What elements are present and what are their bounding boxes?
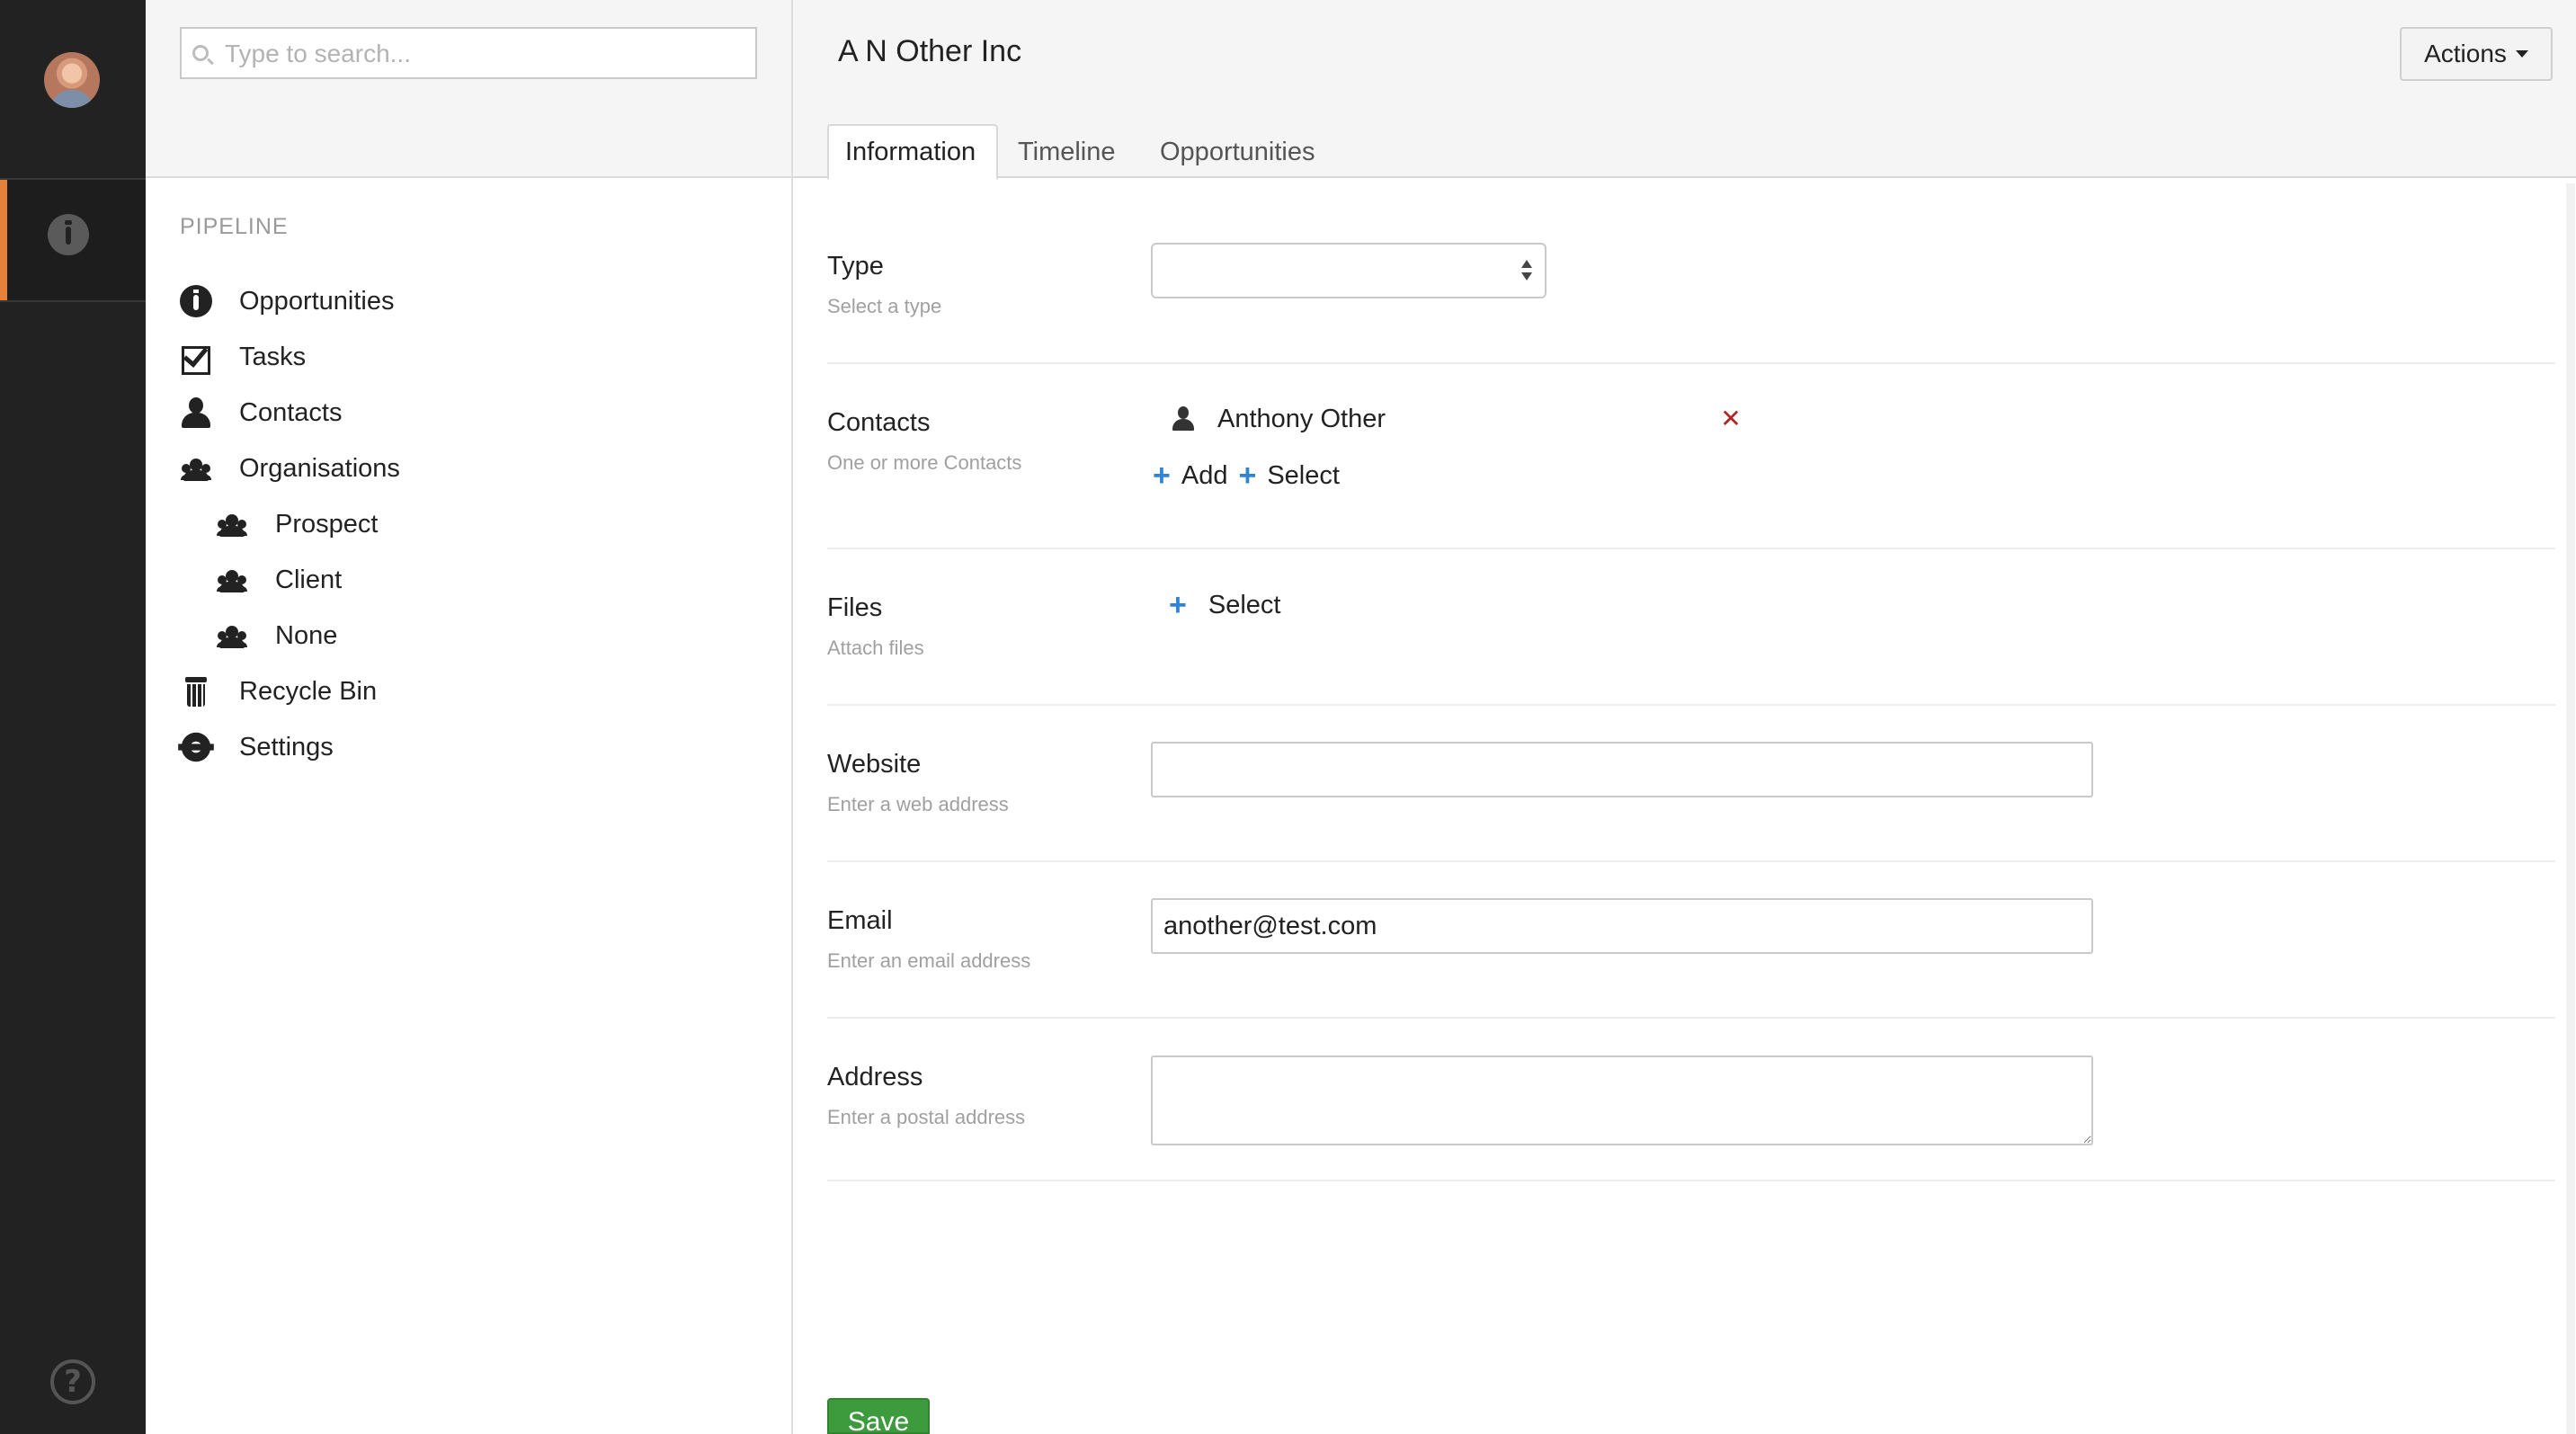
- select-contact-button[interactable]: + Select: [1238, 460, 1339, 491]
- search-icon: [192, 45, 209, 61]
- row-divider: [827, 704, 2555, 706]
- plus-icon: +: [1169, 588, 1187, 622]
- row-divider: [827, 362, 2555, 364]
- tab-label: Timeline: [1018, 137, 1116, 166]
- navigation-panel: PIPELINE Opportunities Tasks Contacts Or…: [146, 0, 793, 1434]
- type-help: Select a type: [827, 295, 942, 317]
- email-label: Email: [827, 906, 893, 935]
- rail-divider: [0, 300, 146, 302]
- nav-item-settings[interactable]: Settings: [178, 725, 334, 770]
- tab-opportunities[interactable]: Opportunities: [1144, 124, 1332, 180]
- tab-label: Information: [845, 137, 976, 166]
- nav-item-label: Opportunities: [239, 286, 395, 316]
- files-help: Attach files: [827, 637, 924, 659]
- contacts-label: Contacts: [827, 408, 931, 437]
- trash-icon: [180, 675, 212, 708]
- actions-label: Actions: [2424, 40, 2507, 67]
- nav-item-prospect[interactable]: Prospect: [216, 502, 378, 547]
- contact-item[interactable]: Anthony Other: [1171, 399, 1386, 439]
- address-label: Address: [827, 1063, 923, 1091]
- nav-item-organisations[interactable]: Organisations: [180, 446, 400, 491]
- row-divider: [827, 1017, 2555, 1019]
- caret-down-icon: [2515, 50, 2528, 58]
- gauge-icon: [180, 285, 212, 317]
- nav-item-label: Organisations: [239, 453, 400, 483]
- nav-item-label: Prospect: [275, 509, 379, 539]
- website-help: Enter a web address: [827, 793, 1009, 815]
- record-panel: A N Other Inc Actions Information Timeli…: [793, 0, 2576, 1434]
- page-title: A N Other Inc: [838, 34, 1022, 68]
- group-icon: [180, 452, 212, 485]
- record-header: A N Other Inc Actions Information Timeli…: [793, 0, 2576, 180]
- plus-icon: +: [1238, 459, 1257, 493]
- nav-item-opportunities[interactable]: Opportunities: [180, 279, 395, 324]
- search-box[interactable]: [180, 27, 757, 79]
- tab-information[interactable]: Information: [827, 124, 998, 180]
- email-input[interactable]: [1151, 898, 2093, 954]
- checkbox-icon: [180, 341, 212, 375]
- nav-item-client[interactable]: Client: [216, 557, 342, 602]
- help-icon[interactable]: ?: [50, 1359, 95, 1404]
- tab-timeline[interactable]: Timeline: [1002, 124, 1132, 180]
- select-arrows-icon: [1521, 260, 1532, 283]
- nav-item-label: Settings: [239, 732, 334, 762]
- nav-item-label: Tasks: [239, 342, 307, 371]
- nav-item-contacts[interactable]: Contacts: [180, 390, 342, 435]
- type-label: Type: [827, 252, 884, 281]
- search-header: [146, 0, 791, 178]
- group-icon: [216, 564, 248, 596]
- website-label: Website: [827, 750, 922, 779]
- user-icon: [180, 396, 212, 429]
- dashboard-gauge-icon[interactable]: [48, 214, 89, 255]
- contacts-actions: + Add + Select: [1153, 456, 1350, 495]
- group-icon: [216, 619, 248, 652]
- type-select[interactable]: [1151, 243, 1546, 298]
- contacts-help: One or more Contacts: [827, 451, 1022, 474]
- group-icon: [216, 508, 248, 540]
- plus-icon: +: [1153, 459, 1171, 493]
- select-files-label: Select: [1208, 590, 1281, 619]
- nav-item-none[interactable]: None: [216, 613, 337, 658]
- address-textarea[interactable]: [1151, 1055, 2093, 1145]
- user-icon: [1171, 406, 1196, 432]
- nav-item-label: Contacts: [239, 397, 343, 427]
- save-button[interactable]: Save: [827, 1398, 930, 1434]
- scrollbar[interactable]: [2566, 183, 2575, 1434]
- tab-label: Opportunities: [1160, 137, 1315, 166]
- gear-icon: [178, 732, 214, 762]
- nav-item-recycle-bin[interactable]: Recycle Bin: [180, 669, 377, 714]
- avatar[interactable]: [44, 52, 100, 108]
- add-contact-button[interactable]: + Add: [1153, 460, 1227, 491]
- row-divider: [827, 1180, 2555, 1181]
- address-help: Enter a postal address: [827, 1106, 1026, 1128]
- nav-item-tasks[interactable]: Tasks: [180, 334, 306, 379]
- actions-dropdown-button[interactable]: Actions: [2400, 27, 2553, 81]
- email-help: Enter an email address: [827, 949, 1031, 972]
- rail-active-indicator: [0, 180, 7, 301]
- select-files-button[interactable]: + Select: [1169, 590, 1280, 620]
- nav-item-label: Client: [275, 565, 343, 594]
- row-divider: [827, 860, 2555, 862]
- add-contact-label: Add: [1181, 460, 1228, 490]
- app-rail: ?: [0, 0, 146, 1434]
- nav-heading: PIPELINE: [180, 214, 289, 239]
- website-input[interactable]: [1151, 742, 2093, 797]
- search-input[interactable]: [225, 36, 746, 72]
- files-label: Files: [827, 593, 883, 622]
- contact-name: Anthony Other: [1217, 404, 1386, 433]
- nav-item-label: None: [275, 620, 338, 650]
- nav-item-label: Recycle Bin: [239, 676, 378, 706]
- files-actions: + Select: [1169, 585, 1291, 625]
- row-divider: [827, 548, 2555, 549]
- remove-contact-icon[interactable]: ✕: [1717, 403, 1744, 435]
- select-contact-label: Select: [1267, 460, 1340, 490]
